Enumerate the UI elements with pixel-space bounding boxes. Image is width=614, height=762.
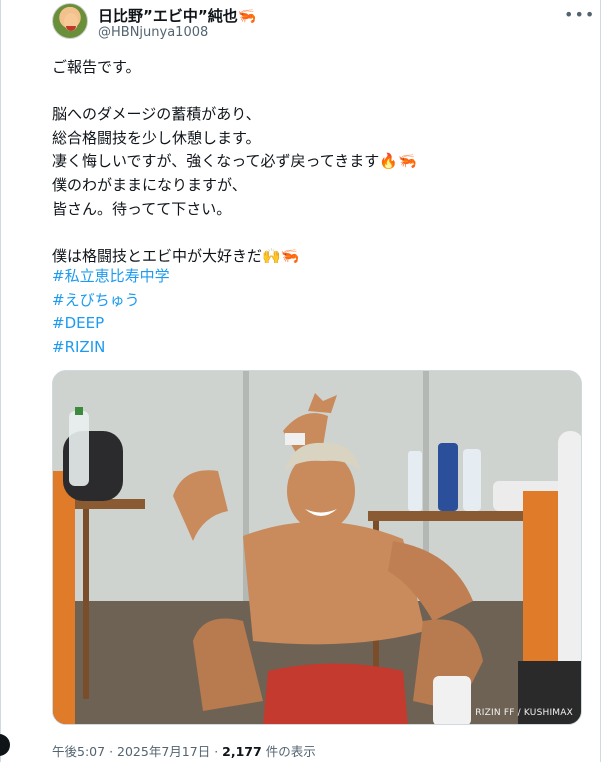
hashtag-link[interactable]: #私立恵比寿中学 [52, 265, 170, 289]
corner-avatar-icon[interactable] [0, 734, 10, 756]
photo-credit: RIZIN FF / KUSHIMAX [475, 708, 573, 718]
view-count-label: 件の表示 [265, 744, 316, 759]
hashtag-link[interactable]: #DEEP [52, 312, 170, 336]
hashtag-link[interactable]: #RIZIN [52, 336, 170, 360]
more-options-icon[interactable]: ••• [564, 5, 595, 24]
hashtag-link[interactable]: #えびちゅう [52, 289, 170, 313]
tweet-time[interactable]: 午後5:07 [52, 744, 105, 759]
display-name[interactable]: 日比野”エビ中”純也🦐 [98, 5, 256, 26]
frame-right-border [600, 0, 601, 762]
tweet-text: ご報告です。 脳へのダメージの蓄積があり、 総合格闘技を少し休憩します。 凄く悔… [52, 58, 417, 265]
display-name-text: 日比野”エビ中”純也 [98, 7, 238, 25]
hashtag-list: #私立恵比寿中学 #えびちゅう #DEEP #RIZIN [52, 265, 170, 360]
shrimp-icon: 🦐 [237, 7, 257, 25]
avatar[interactable] [52, 3, 88, 39]
tweet-meta: 午後5:07 · 2025年7月17日 · 2,177 件の表示 [52, 741, 316, 760]
view-count: 2,177 [222, 744, 262, 759]
tweet-date[interactable]: 2025年7月17日 [117, 744, 210, 759]
meta-separator: · [109, 744, 114, 759]
avatar-mouth [66, 26, 76, 31]
frame-left-border [0, 0, 1, 762]
photo-illustration [53, 371, 581, 724]
user-handle[interactable]: @HBNjunya1008 [98, 25, 208, 40]
meta-separator: · [214, 744, 219, 759]
tweet-header: 日比野”エビ中”純也🦐 @HBNjunya1008 ••• [52, 3, 595, 47]
tweet-photo[interactable]: RIZIN FF / KUSHIMAX [52, 370, 582, 725]
